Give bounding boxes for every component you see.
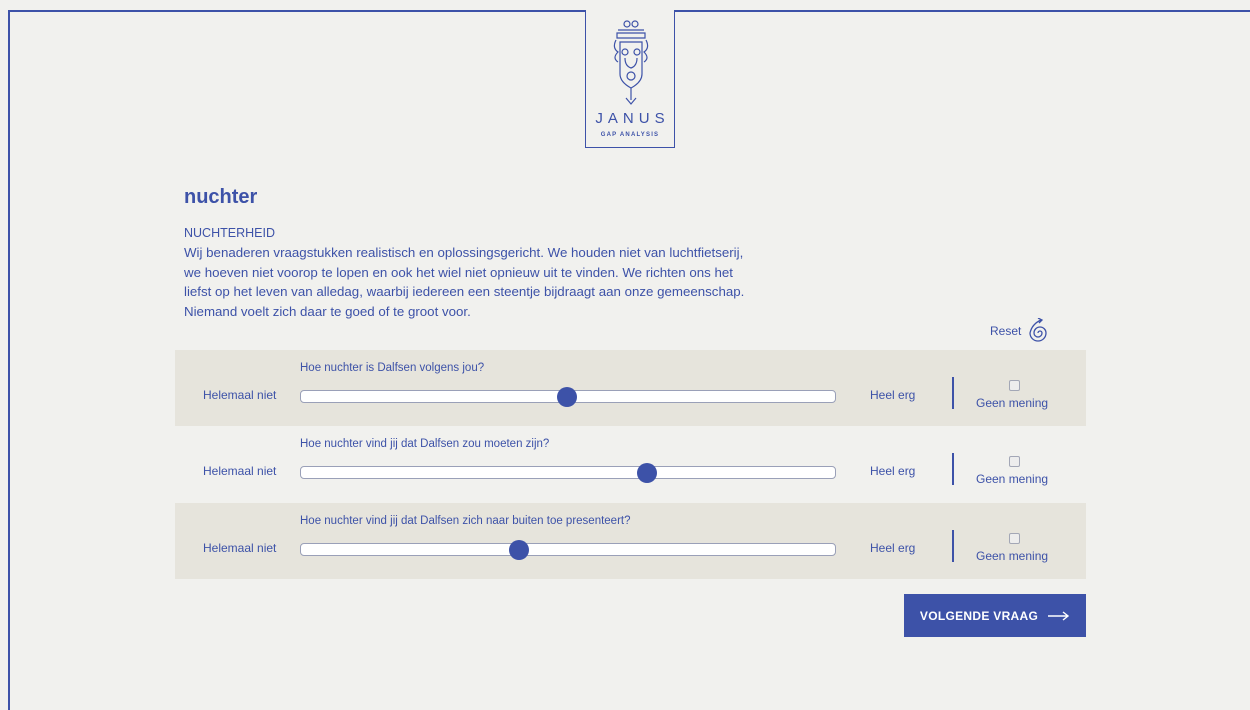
- question-text: Hoe nuchter vind jij dat Dalfsen zich na…: [300, 515, 631, 527]
- question-row: Hoe nuchter is Dalfsen volgens jou? Hele…: [175, 350, 1086, 426]
- description-line: Niemand voelt zich daar te goed of te gr…: [184, 303, 471, 319]
- logo: JANUS GAP ANALYSIS: [585, 10, 675, 148]
- next-question-label: VOLGENDE VRAAG: [919, 608, 1039, 623]
- page-title: nuchter: [184, 186, 258, 208]
- max-label: Heel erg: [870, 388, 916, 402]
- slider-thumb[interactable]: [508, 540, 529, 560]
- janus-emblem-icon: [613, 20, 649, 105]
- max-label: Heel erg: [870, 464, 916, 478]
- min-label: Helemaal niet: [203, 464, 277, 478]
- no-opinion-checkbox[interactable]: [1009, 456, 1020, 467]
- description-line: Wij benaderen vraagstukken realistisch e…: [184, 245, 744, 260]
- min-label: Helemaal niet: [203, 541, 277, 555]
- arrow-right-icon: [1048, 610, 1070, 621]
- question-text: Hoe nuchter is Dalfsen volgens jou?: [300, 362, 485, 374]
- no-opinion-label: Geen mening: [976, 396, 1049, 410]
- question-text: Hoe nuchter vind jij dat Dalfsen zou moe…: [300, 438, 550, 450]
- question-row: Hoe nuchter vind jij dat Dalfsen zich na…: [175, 503, 1086, 579]
- slider-track[interactable]: [300, 466, 836, 479]
- divider: [952, 377, 954, 409]
- slider-thumb[interactable]: [557, 387, 577, 407]
- next-question-button[interactable]: VOLGENDE VRAAG: [904, 594, 1086, 637]
- description: Wij benaderen vraagstukken realistisch e…: [184, 243, 844, 321]
- reset-spiral-icon: [1029, 318, 1048, 342]
- no-opinion-label: Geen mening: [976, 472, 1049, 486]
- no-opinion-checkbox[interactable]: [1009, 380, 1020, 391]
- brand-name: JANUS: [595, 110, 670, 127]
- divider: [952, 453, 954, 485]
- question-row: Hoe nuchter vind jij dat Dalfsen zou moe…: [175, 426, 1086, 502]
- description-line: liefst op het leven van alledag, waarbij…: [184, 284, 745, 299]
- reset-button[interactable]: Reset: [990, 318, 1051, 344]
- slider-thumb[interactable]: [637, 463, 658, 483]
- no-opinion-label: Geen mening: [976, 549, 1049, 563]
- slider-track[interactable]: [300, 543, 836, 556]
- divider: [952, 530, 954, 562]
- description-heading: NUCHTERHEID: [184, 226, 275, 240]
- min-label: Helemaal niet: [203, 388, 277, 402]
- max-label: Heel erg: [870, 541, 916, 555]
- no-opinion-checkbox[interactable]: [1009, 533, 1020, 544]
- brand-subtitle: GAP ANALYSIS: [600, 132, 660, 138]
- reset-label: Reset: [990, 324, 1022, 338]
- description-line: we hoeven niet voorop te lopen en ook he…: [184, 264, 733, 280]
